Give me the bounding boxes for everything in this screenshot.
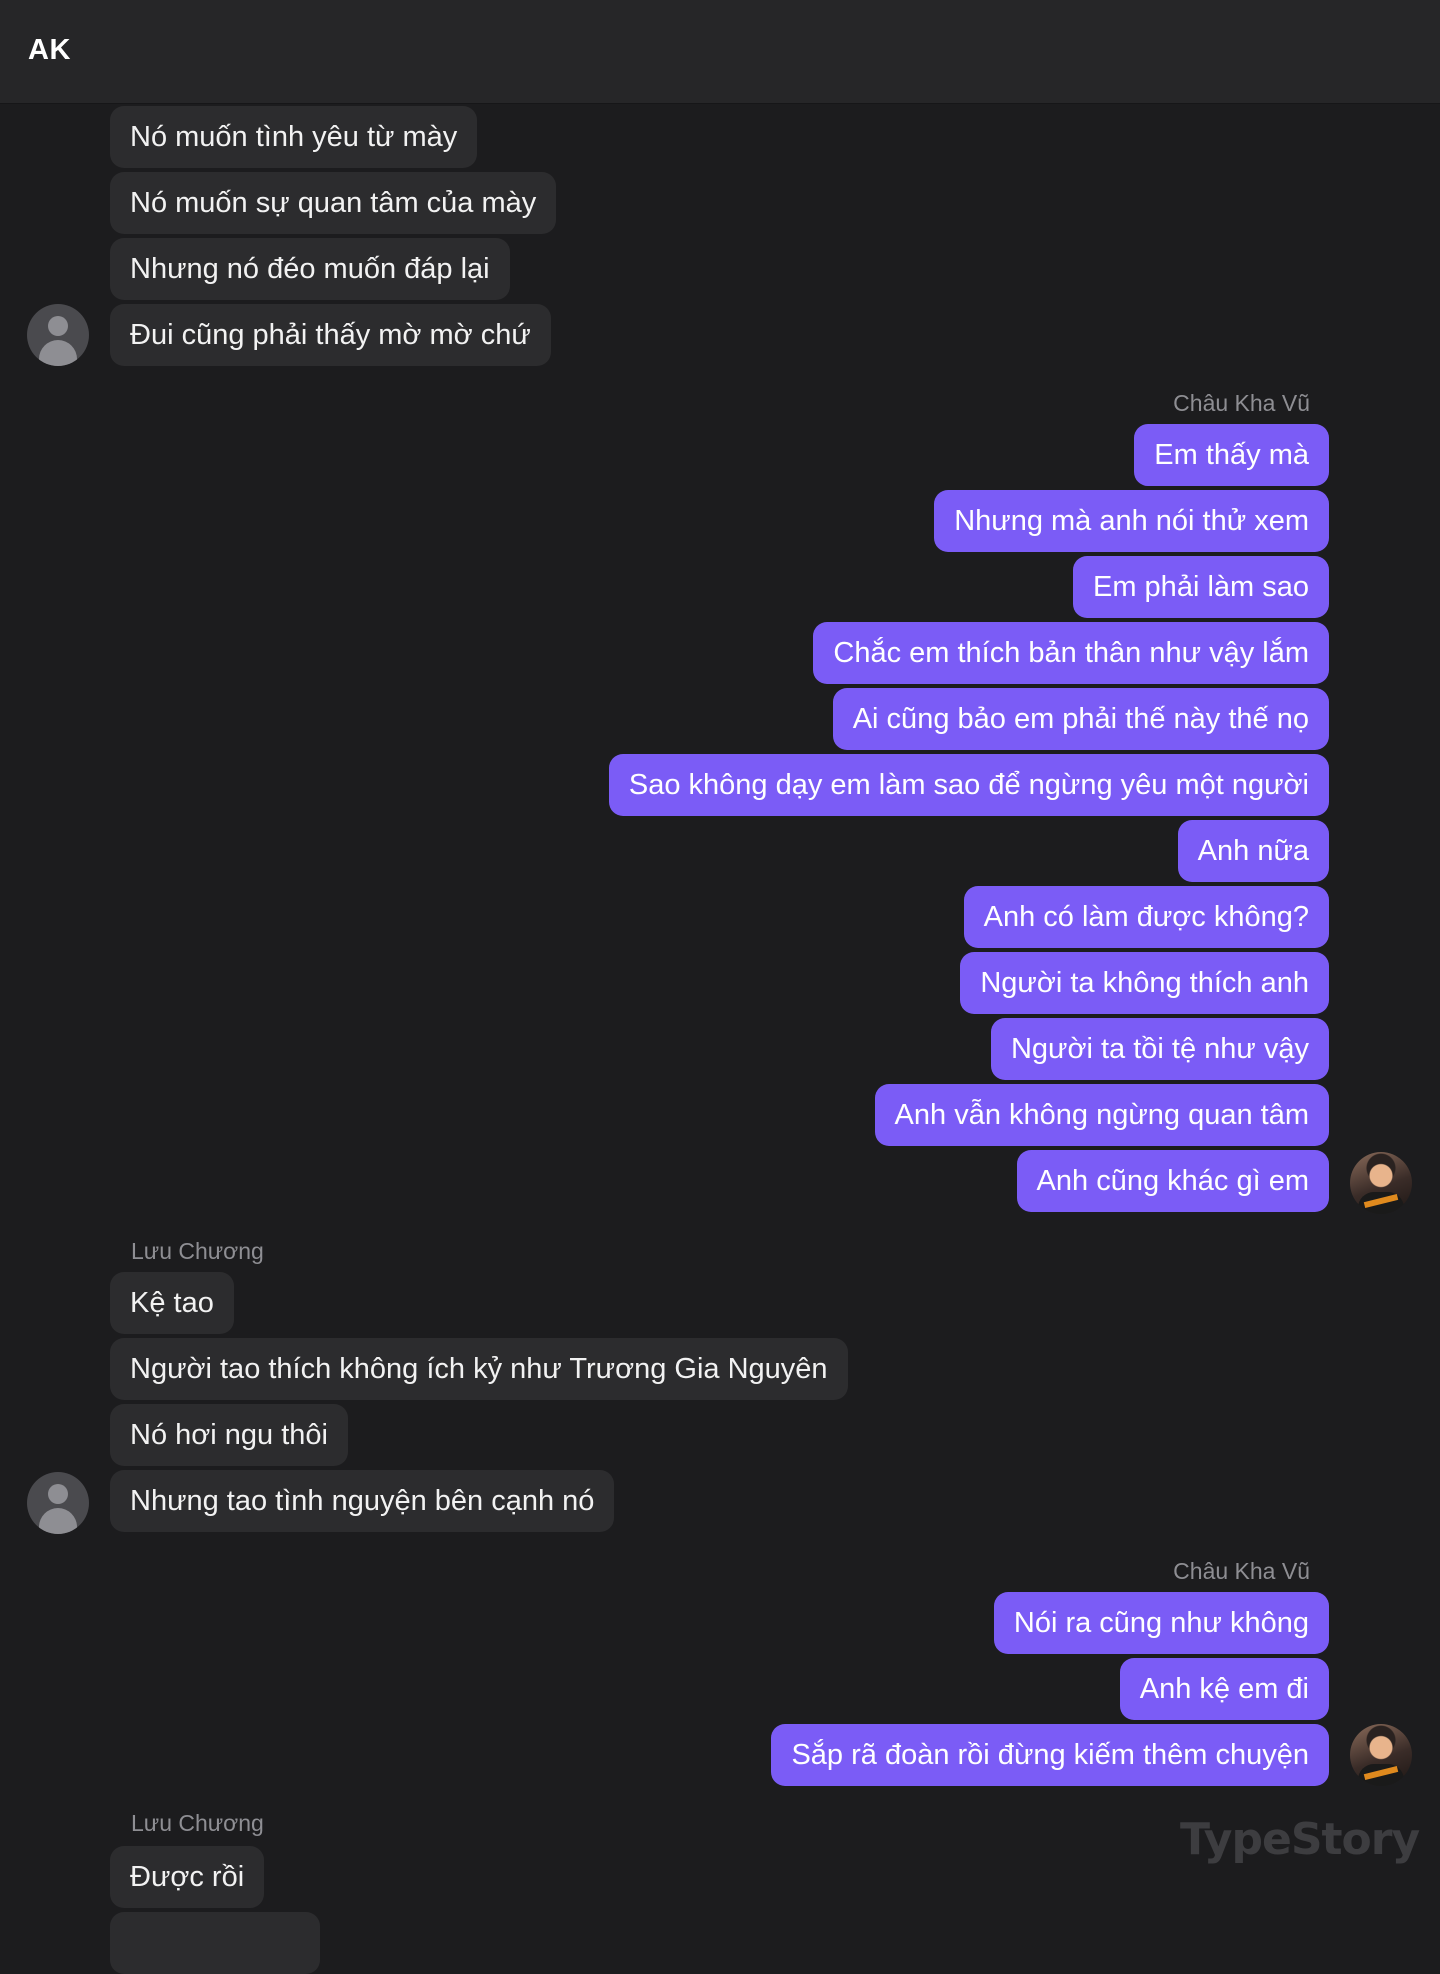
incoming-message-partial[interactable] — [110, 1912, 320, 1974]
incoming-message[interactable]: Nhưng nó đéo muốn đáp lại — [110, 238, 510, 300]
outgoing-message[interactable]: Chắc em thích bản thân như vậy lắm — [813, 622, 1329, 684]
outgoing-message[interactable]: Anh cũng khác gì em — [1016, 1150, 1329, 1212]
outgoing-message[interactable]: Anh nữa — [1177, 820, 1329, 882]
default-avatar-icon[interactable] — [27, 304, 89, 366]
outgoing-message[interactable]: Nhưng mà anh nói thử xem — [934, 490, 1329, 552]
outgoing-message[interactable]: Sao không dạy em làm sao để ngừng yêu mộ… — [608, 754, 1329, 816]
watermark: TypeStory — [1180, 1814, 1420, 1865]
outgoing-message[interactable]: Anh vẫn không ngừng quan tâm — [874, 1084, 1329, 1146]
sender-name: Lưu Chương — [131, 1810, 264, 1836]
sender-name: Châu Kha Vũ — [1173, 390, 1310, 416]
chat-title: AK — [28, 34, 71, 66]
outgoing-message[interactable]: Người ta tồi tệ như vậy — [990, 1018, 1329, 1080]
incoming-message[interactable]: Nó hơi ngu thôi — [110, 1404, 348, 1466]
outgoing-message[interactable]: Nói ra cũng như không — [993, 1592, 1329, 1654]
outgoing-message[interactable]: Em phải làm sao — [1073, 556, 1329, 618]
sender-name: Châu Kha Vũ — [1173, 1558, 1310, 1584]
outgoing-message[interactable]: Em thấy mà — [1134, 424, 1329, 486]
outgoing-message[interactable]: Người ta không thích anh — [960, 952, 1329, 1014]
incoming-message[interactable]: Nó muốn tình yêu từ mày — [110, 106, 478, 168]
incoming-message[interactable]: Nó muốn sự quan tâm của mày — [110, 172, 557, 234]
incoming-message[interactable]: Nhưng tao tình nguyện bên cạnh nó — [110, 1470, 615, 1532]
outgoing-message[interactable]: Anh có làm được không? — [963, 886, 1329, 948]
outgoing-message[interactable]: Ai cũng bảo em phải thế này thế nọ — [832, 688, 1329, 750]
outgoing-message[interactable]: Sắp rã đoàn rồi đừng kiếm thêm chuyện — [771, 1724, 1329, 1786]
outgoing-message[interactable]: Anh kệ em đi — [1119, 1658, 1329, 1720]
user-avatar[interactable] — [1350, 1724, 1412, 1786]
incoming-message[interactable]: Người tao thích không ích kỷ như Trương … — [110, 1338, 848, 1400]
default-avatar-icon[interactable] — [27, 1472, 89, 1534]
chat-header: AK — [0, 0, 1440, 103]
sender-name: Lưu Chương — [131, 1238, 264, 1264]
incoming-message[interactable]: Kệ tao — [110, 1272, 234, 1334]
incoming-message[interactable]: Đui cũng phải thấy mờ mờ chứ — [110, 304, 551, 366]
message-list[interactable]: Nó muốn tình yêu từ mày Nó muốn sự quan … — [0, 0, 1440, 1974]
user-avatar[interactable] — [1350, 1152, 1412, 1214]
incoming-message[interactable]: Được rồi — [110, 1846, 265, 1908]
